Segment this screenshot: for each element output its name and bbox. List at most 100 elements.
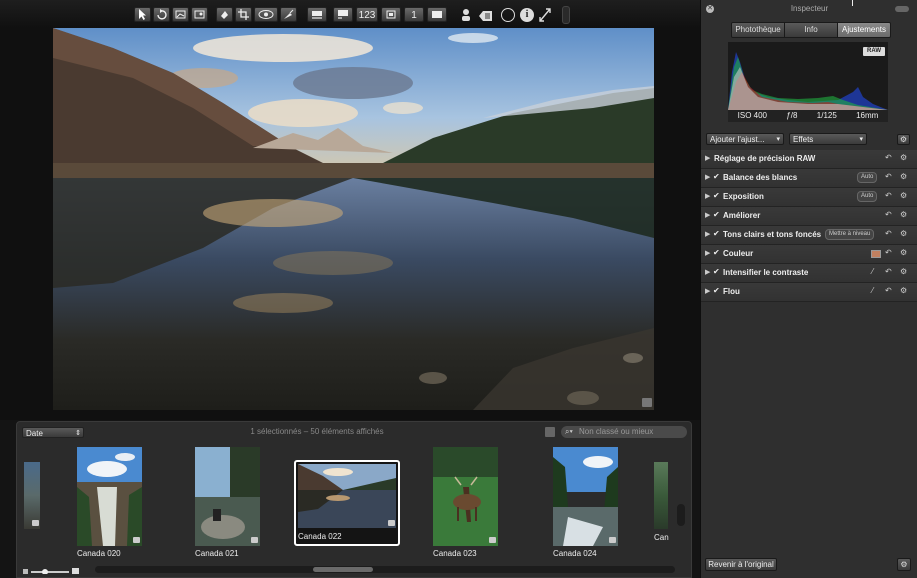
disclosure-triangle-icon[interactable]: ▶ <box>705 287 710 295</box>
chevron-down-icon: ▾ <box>859 136 863 143</box>
brush-tool-button[interactable] <box>280 7 297 22</box>
keywords-button[interactable] <box>479 9 493 27</box>
pointer-tool-button[interactable] <box>134 7 151 22</box>
gear-icon[interactable]: ⚙ <box>900 191 907 200</box>
checkbox-checked-icon[interactable]: ✔ <box>713 267 720 276</box>
upgrade-button[interactable]: Mettre à niveau <box>825 229 875 240</box>
checkbox-checked-icon[interactable]: ✔ <box>713 248 720 257</box>
brush-icon[interactable]: ⁄ <box>872 286 873 295</box>
gear-icon[interactable]: ⚙ <box>900 153 907 162</box>
browser-view-button[interactable] <box>545 427 555 437</box>
disclosure-triangle-icon[interactable]: ▶ <box>705 173 710 181</box>
gear-icon[interactable]: ⚙ <box>900 286 907 295</box>
checkbox-checked-icon[interactable]: ✔ <box>713 229 720 238</box>
brush-icon[interactable]: ⁄ <box>872 267 873 276</box>
adjustment-exposure[interactable]: ▶ ✔ Exposition Auto ↶ ⚙ <box>701 188 917 207</box>
reset-icon[interactable]: ↶ <box>885 153 892 162</box>
adjustment-definition[interactable]: ▶ ✔ Intensifier le contraste ⁄ ↶ ⚙ <box>701 264 917 283</box>
gear-icon[interactable]: ⚙ <box>900 267 907 276</box>
reset-icon[interactable]: ↶ <box>885 191 892 200</box>
inspector-title: Inspecteur <box>790 4 829 13</box>
adjustment-blur[interactable]: ▶ ✔ Flou ⁄ ↶ ⚙ <box>701 283 917 302</box>
crop-tool-button[interactable] <box>235 7 252 22</box>
adjustment-highlights-shadows[interactable]: ▶ ✔ Tons clairs et tons foncés Mettre à … <box>701 226 917 245</box>
info-button[interactable]: i <box>520 8 534 22</box>
toggle-switch[interactable] <box>562 6 570 24</box>
add-adjustment-select[interactable]: Ajouter l'ajust... ▾ <box>706 133 784 145</box>
thumbnail-image <box>195 447 260 546</box>
filmstrip-view-button[interactable] <box>307 7 327 22</box>
revert-to-original-button[interactable]: Revenir à l'original <box>705 558 777 571</box>
places-button[interactable] <box>501 8 515 22</box>
tab-info[interactable]: Info <box>785 23 838 37</box>
rotate-tool-button[interactable] <box>153 7 170 22</box>
browser-horizontal-scrollbar[interactable] <box>95 566 675 573</box>
reset-icon[interactable]: ↶ <box>885 286 892 295</box>
adjustment-label: Balance des blancs <box>723 173 798 182</box>
disclosure-triangle-icon[interactable]: ▶ <box>705 230 710 238</box>
gear-icon[interactable]: ⚙ <box>900 248 907 257</box>
gear-icon[interactable]: ⚙ <box>900 210 907 219</box>
redeye-tool-button[interactable] <box>254 7 278 22</box>
split-view-button[interactable] <box>333 7 353 22</box>
disclosure-triangle-icon[interactable]: ▶ <box>705 268 710 276</box>
adjustment-raw-fine-tuning[interactable]: ▶ Réglage de précision RAW ↶ ⚙ <box>701 150 917 169</box>
raw-badge-icon <box>133 537 140 543</box>
reset-icon[interactable]: ↶ <box>885 229 892 238</box>
reset-icon[interactable]: ↶ <box>885 210 892 219</box>
toolbar: 123 1 i <box>0 0 700 28</box>
scrollbar-thumb[interactable] <box>313 567 373 572</box>
adjustment-color[interactable]: ▶ ✔ Couleur ↶ ⚙ <box>701 245 917 264</box>
expand-button[interactable] <box>539 8 551 27</box>
straighten-tool-button[interactable] <box>172 7 189 22</box>
tab-phototheque[interactable]: Photothèque <box>732 23 785 37</box>
faces-button[interactable] <box>461 8 471 27</box>
adjustment-controls: Ajouter l'ajust... ▾ Effets ▾ <box>701 133 917 147</box>
adjustment-enhance[interactable]: ▶ ✔ Améliorer ↶ ⚙ <box>701 207 917 226</box>
inspector-action-button[interactable]: ⚙ <box>897 558 911 571</box>
adjustment-presets-button[interactable]: ⚙ <box>897 134 910 145</box>
tab-ajustements[interactable]: Ajustements <box>838 23 890 37</box>
chevron-updown-icon: ⇕ <box>75 430 81 437</box>
crop-overlay-tool-button[interactable] <box>191 7 208 22</box>
gear-icon[interactable]: ⚙ <box>900 229 907 238</box>
main-photo[interactable] <box>53 28 654 410</box>
inspector-toggle[interactable] <box>895 6 909 12</box>
auto-button[interactable]: Auto <box>857 172 878 183</box>
gear-icon[interactable]: ⚙ <box>900 172 907 181</box>
checkbox-checked-icon[interactable]: ✔ <box>713 191 720 200</box>
sort-select[interactable]: Date ⇕ <box>22 427 84 438</box>
adjustment-label: Exposition <box>723 192 764 201</box>
browser-vertical-scrollbar[interactable] <box>677 504 685 526</box>
grid-view-button[interactable]: 123 <box>356 7 378 22</box>
compare-view-button[interactable]: 1 <box>404 7 424 22</box>
reset-icon[interactable]: ↶ <box>885 267 892 276</box>
viewer-button[interactable] <box>381 7 401 22</box>
checkbox-checked-icon[interactable]: ✔ <box>713 172 720 181</box>
checkbox-checked-icon[interactable]: ✔ <box>713 286 720 295</box>
disclosure-triangle-icon[interactable]: ▶ <box>705 249 710 257</box>
effects-select[interactable]: Effets ▾ <box>789 133 867 145</box>
adjustment-white-balance[interactable]: ▶ ✔ Balance des blancs Auto ↶ ⚙ <box>701 169 917 188</box>
thumbnail-caption: Canada 020 <box>77 549 121 558</box>
disclosure-triangle-icon[interactable]: ▶ <box>705 192 710 200</box>
add-adjustment-label: Ajouter l'ajust... <box>710 135 765 144</box>
thumbnail-size-slider[interactable] <box>23 568 79 574</box>
reset-icon[interactable]: ↶ <box>885 248 892 257</box>
filter-field[interactable]: ⌕▾ Non classé ou mieux <box>561 426 687 438</box>
fullscreen-button[interactable] <box>427 7 447 22</box>
color-swatch-icon[interactable] <box>871 250 881 258</box>
disclosure-triangle-icon[interactable]: ▶ <box>705 154 710 162</box>
reset-icon[interactable]: ↶ <box>885 172 892 181</box>
checkbox-checked-icon[interactable]: ✔ <box>713 210 720 219</box>
split-view-icon <box>338 10 348 19</box>
auto-button[interactable]: Auto <box>857 191 878 202</box>
inspector-tabs: Photothèque Info Ajustements <box>731 22 891 38</box>
image-viewer <box>0 28 700 420</box>
disclosure-triangle-icon[interactable]: ▶ <box>705 211 710 219</box>
lift-tool-button[interactable] <box>216 7 233 22</box>
viewer-icon <box>386 10 396 19</box>
expand-icon <box>539 8 551 22</box>
thumbnail-image <box>433 447 498 546</box>
exif-iso: ISO 400 <box>737 111 768 120</box>
